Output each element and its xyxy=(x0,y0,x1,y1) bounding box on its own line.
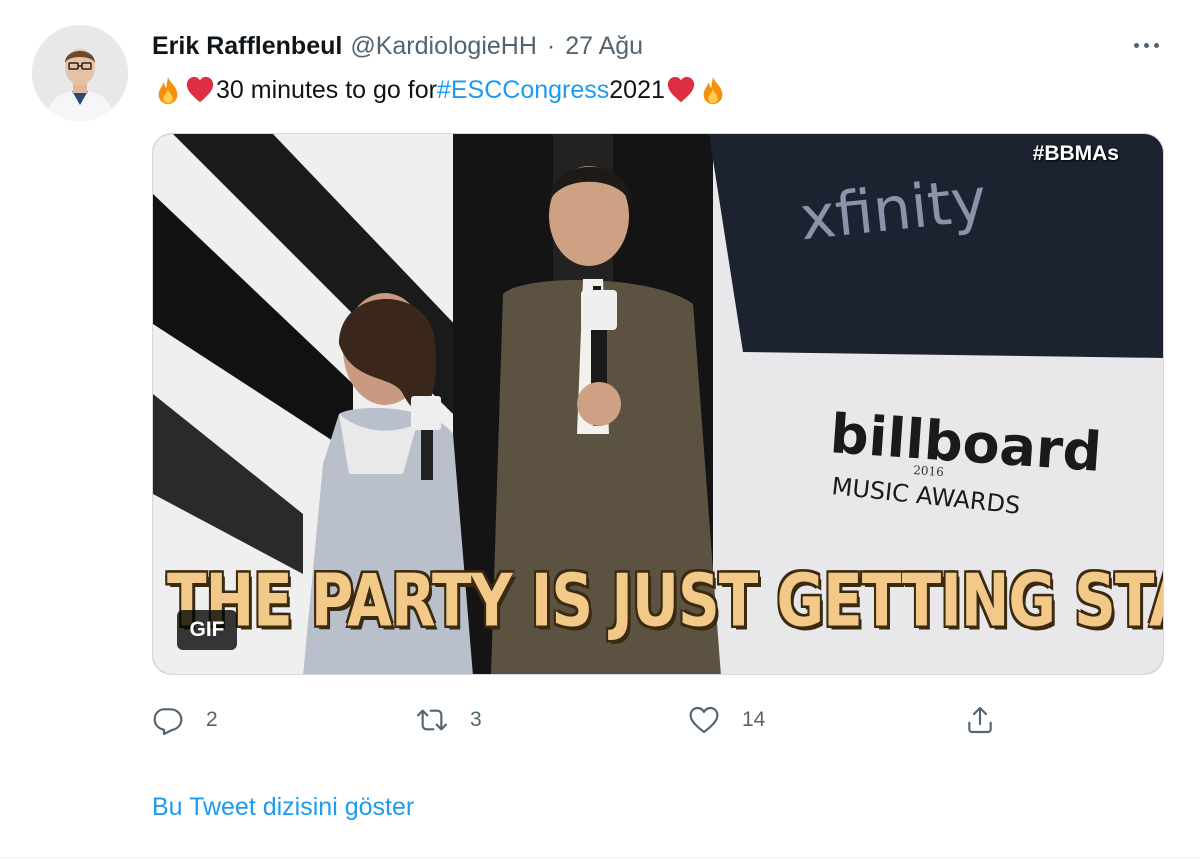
retweet-count: 3 xyxy=(470,708,482,731)
author-handle[interactable]: @KardiologieHH xyxy=(350,32,537,61)
tweet[interactable]: Erik Rafflenbeul @KardiologieHH · 27 Ağu… xyxy=(0,0,1200,860)
tweet-header: Erik Rafflenbeul @KardiologieHH · 27 Ağu xyxy=(152,28,643,64)
fire-emoji xyxy=(697,74,729,106)
like-count: 14 xyxy=(742,708,766,731)
avatar[interactable] xyxy=(32,25,128,121)
reply-icon xyxy=(153,708,183,736)
tweet-text: 30 minutes to go for #ESCCongress 2021 xyxy=(152,68,729,112)
like-button[interactable]: 14 xyxy=(688,700,765,740)
divider xyxy=(0,857,1200,858)
hashtag-link[interactable]: #ESCCongress xyxy=(437,76,609,105)
red-heart-emoji xyxy=(184,74,216,106)
gif-badge: GIF xyxy=(177,610,237,650)
tweet-date[interactable]: 27 Ağu xyxy=(565,32,643,61)
reply-button[interactable]: 2 xyxy=(152,700,218,740)
share-icon xyxy=(968,706,992,734)
retweet-icon xyxy=(416,709,448,731)
more-icon[interactable] xyxy=(1124,30,1168,60)
tweet-text-main: 30 minutes to go for xyxy=(216,75,437,104)
gif-caption: THE PARTY IS JUST GETTING STARTED xyxy=(167,558,1163,643)
header-separator: · xyxy=(546,31,556,60)
red-heart-emoji xyxy=(665,74,697,106)
retweet-button[interactable]: 3 xyxy=(416,700,482,740)
billboard-year: 2016 xyxy=(913,463,944,479)
tweet-text-after: 2021 xyxy=(609,75,665,104)
author-name[interactable]: Erik Rafflenbeul xyxy=(152,32,342,61)
gif-hashtag-overlay: #BBMAs xyxy=(1032,142,1119,165)
show-thread-link[interactable]: Bu Tweet dizisini göster xyxy=(152,793,414,822)
gif-media[interactable]: xfinity billboard 2016 MUSIC AWARDS #BBM… xyxy=(152,133,1164,675)
tweet-actions: 2 3 14 xyxy=(152,700,1164,740)
fire-emoji xyxy=(152,74,184,106)
share-button[interactable] xyxy=(964,700,996,740)
reply-count: 2 xyxy=(206,708,218,731)
like-icon xyxy=(689,706,719,734)
